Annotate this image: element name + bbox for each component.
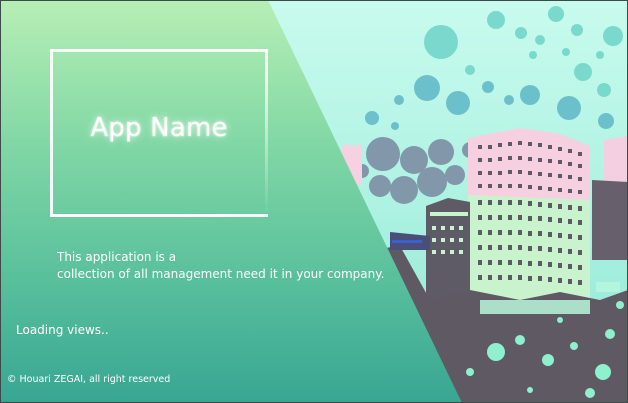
app-description: This application is a collection of all …	[57, 249, 384, 283]
description-line-1: This application is a	[57, 250, 177, 264]
title-frame-bottom-edge	[50, 214, 268, 217]
splash-screen: App Name This application is a collectio…	[0, 0, 628, 403]
description-line-2: collection of all management need it in …	[57, 267, 385, 281]
copyright-notice: © Houari ZEGAI, all right reserved	[7, 374, 171, 385]
loading-status: Loading views..	[16, 323, 109, 337]
app-name-title: App Name	[90, 113, 228, 143]
